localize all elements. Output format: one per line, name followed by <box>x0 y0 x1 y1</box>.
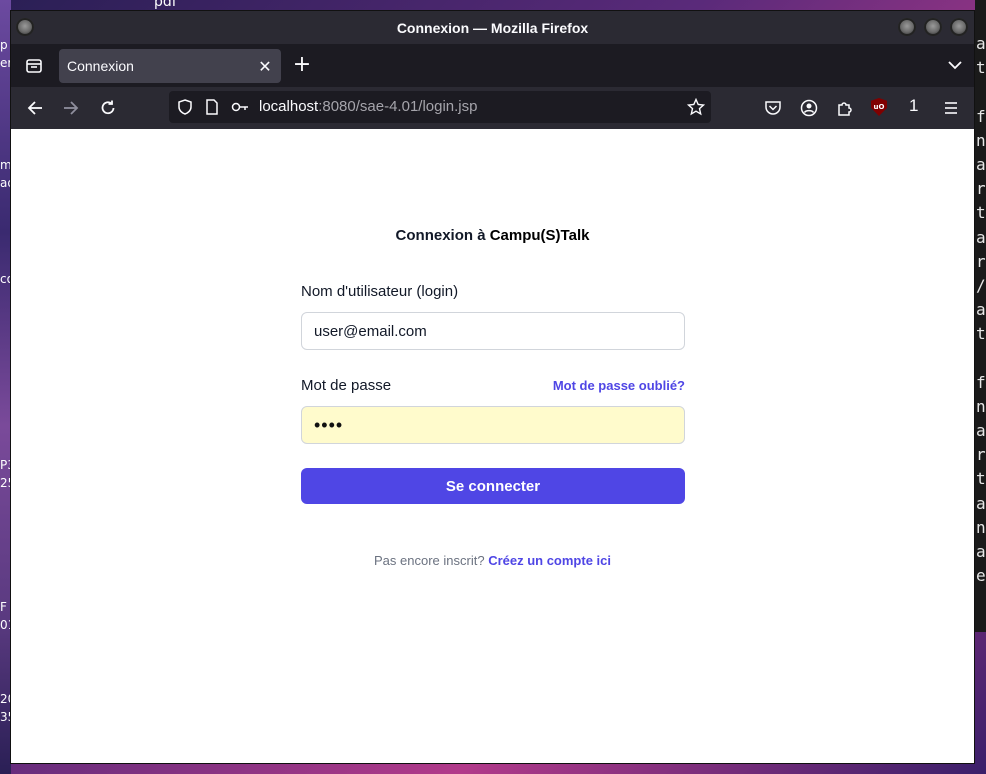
terminal-line: a <box>976 300 986 320</box>
chevron-down-icon <box>948 61 962 70</box>
star-icon[interactable] <box>687 98 705 116</box>
ublock-origin-icon[interactable]: uO <box>871 98 887 116</box>
account-icon[interactable] <box>800 99 818 117</box>
tab-label: Connexion <box>67 58 134 74</box>
new-tab-button[interactable]: + <box>291 54 313 76</box>
terminal-line: a <box>976 227 986 247</box>
terminal-line: r <box>976 251 986 271</box>
url-host: localhost <box>259 98 319 115</box>
terminal-window[interactable]: a t f n a r t a r / a t f n a r t a n a e <box>975 0 986 632</box>
forgot-password-link[interactable]: Mot de passe oublié? <box>553 378 685 393</box>
firefox-view-icon <box>26 58 42 73</box>
terminal-line: a <box>976 493 986 513</box>
window-menu-button[interactable] <box>16 18 34 36</box>
signup-link[interactable]: Créez un compte ici <box>488 553 611 568</box>
arrow-right-icon <box>64 101 79 115</box>
signup-prompt: Pas encore inscrit? Créez un compte ici <box>11 553 974 568</box>
firefox-view-button[interactable] <box>21 53 47 79</box>
list-all-tabs-button[interactable] <box>946 56 964 74</box>
terminal-line: t <box>976 324 986 344</box>
desktop-file-label[interactable]: pdf <box>154 0 177 10</box>
terminal-line: a <box>976 154 986 174</box>
signup-prompt-text: Pas encore inscrit? <box>374 553 485 568</box>
hamburger-menu-icon[interactable] <box>943 100 959 116</box>
terminal-line: a <box>976 421 986 440</box>
close-window-button[interactable] <box>950 18 968 36</box>
terminal-line: t <box>976 58 986 78</box>
arrow-left-icon <box>27 101 42 115</box>
terminal-line: f <box>976 106 986 126</box>
terminal-line: f <box>976 372 986 392</box>
shield-icon[interactable] <box>177 99 193 115</box>
reload-button[interactable] <box>97 97 119 119</box>
page-title: Connexion à Campu(S)Talk <box>11 227 974 244</box>
key-icon[interactable] <box>231 99 249 115</box>
forward-button[interactable] <box>60 97 82 119</box>
terminal-line: r <box>976 445 986 465</box>
terminal-line: n <box>976 517 986 537</box>
login-button[interactable]: Se connecter <box>301 468 685 504</box>
tab-connexion[interactable]: Connexion ✕ <box>59 49 281 83</box>
terminal-line: / <box>976 275 986 295</box>
terminal-line: r <box>976 179 986 199</box>
pocket-icon[interactable] <box>764 99 782 117</box>
terminal-line: e <box>976 566 986 586</box>
password-input[interactable]: •••• <box>301 406 685 444</box>
username-label: Nom d'utilisateur (login) <box>301 283 459 300</box>
extensions-icon[interactable] <box>836 99 854 117</box>
window-title: Connexion — Mozilla Firefox <box>396 19 589 36</box>
maximize-button[interactable] <box>924 18 942 36</box>
window-titlebar[interactable]: Connexion — Mozilla Firefox <box>11 11 974 44</box>
tab-bar: Connexion ✕ + <box>11 44 974 87</box>
brand-name: Campu(S)Talk <box>489 227 590 244</box>
username-input[interactable]: user@email.com <box>301 312 685 350</box>
url-text[interactable]: localhost:8080/sae-4.01/login.jsp <box>259 98 477 115</box>
desktop-fragment: F <box>0 600 7 614</box>
terminal-line: a <box>976 541 986 561</box>
page-content: Connexion à Campu(S)Talk Nom d'utilisate… <box>11 129 974 763</box>
terminal-line: t <box>976 203 986 223</box>
browser-window: Connexion — Mozilla Firefox Connexion ✕ … <box>10 10 975 764</box>
page-title-prefix: Connexion à <box>395 227 490 244</box>
desktop-fragment: p <box>0 38 8 52</box>
navigation-toolbar: localhost:8080/sae-4.01/login.jsp uO 1 <box>11 87 974 129</box>
reload-icon <box>101 100 115 115</box>
url-path: :8080/sae-4.01/login.jsp <box>318 98 478 115</box>
password-label: Mot de passe <box>301 377 392 394</box>
terminal-line: n <box>976 130 986 150</box>
extension-badge-count[interactable]: 1 <box>909 96 918 116</box>
terminal-line: n <box>976 396 986 416</box>
terminal-line: t <box>976 469 986 489</box>
address-bar[interactable]: localhost:8080/sae-4.01/login.jsp <box>169 91 711 123</box>
close-tab-icon[interactable]: ✕ <box>257 57 273 76</box>
minimize-button[interactable] <box>898 18 916 36</box>
page-icon[interactable] <box>205 99 219 115</box>
back-button[interactable] <box>24 97 46 119</box>
terminal-line: a <box>976 34 986 53</box>
